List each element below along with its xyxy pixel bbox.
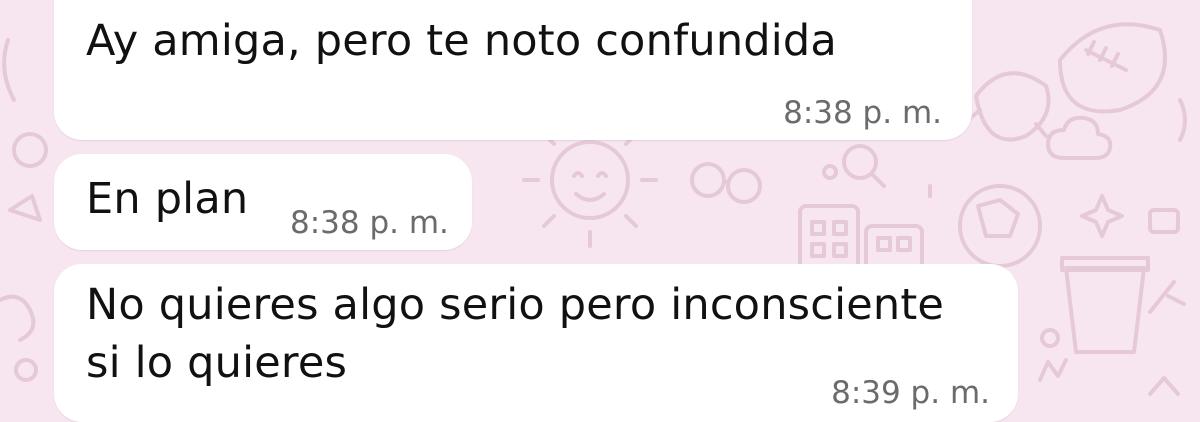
message-text-line: No quieres algo serio pero inconsciente [86,280,945,330]
message-text: En plan [86,174,249,224]
message-bubble[interactable]: Ay amiga, pero te noto confundida 8:38 p… [54,0,972,140]
message-text-line: si lo quieres [86,338,348,388]
message-timestamp: 8:38 p. m. [290,205,449,241]
message-timestamp: 8:38 p. m. [783,95,942,131]
message-bubble[interactable]: No quieres algo serio pero inconsciente … [54,264,1018,422]
message-bubble[interactable]: En plan 8:38 p. m. [54,154,472,250]
message-timestamp: 8:39 p. m. [831,375,990,411]
message-text: No quieres algo serio pero inconsciente … [86,276,944,392]
message-text: Ay amiga, pero te noto confundida [86,16,837,66]
